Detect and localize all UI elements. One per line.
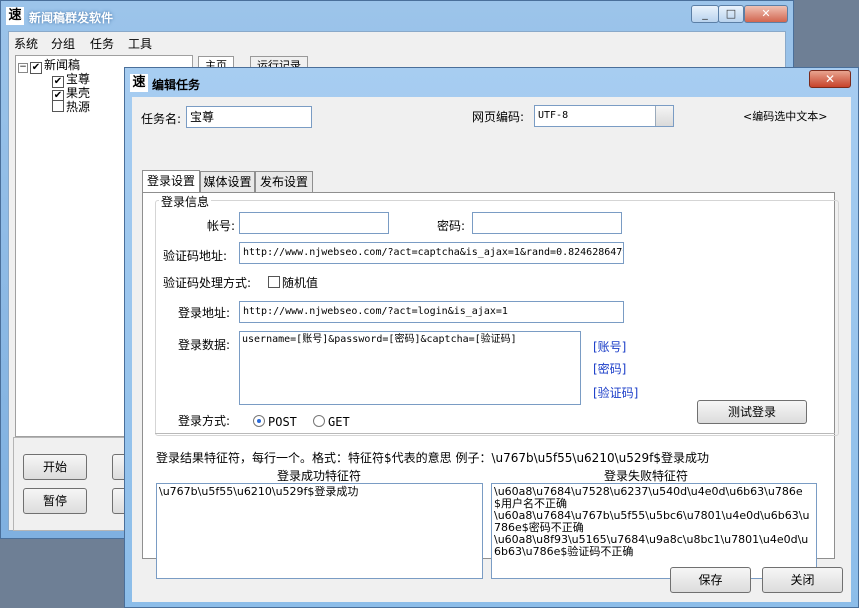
close-icon[interactable]: ✕ xyxy=(809,70,851,88)
insert-password-link[interactable]: [密码] xyxy=(593,360,626,377)
tab-media-settings[interactable]: 媒体设置 xyxy=(200,171,255,192)
captcha-method-label: 验证码处理方式: xyxy=(163,276,252,290)
login-url-input[interactable]: http://www.njwebseo.com/?act=login&is_aj… xyxy=(239,301,624,323)
save-button[interactable]: 保存 xyxy=(670,567,751,593)
minimize-icon[interactable]: _ xyxy=(691,5,719,23)
dialog-client-area: 任务名: 宝尊 网页编码: UTF-8 <编码选中文本> 登录设置 媒体设置 发… xyxy=(132,97,851,602)
task-name-label: 任务名: xyxy=(141,112,182,126)
main-close-icon[interactable]: ✕ xyxy=(744,5,788,23)
success-marker-line: \u767b\u5f55\u6210\u529f$登录成功 xyxy=(159,485,359,498)
menu-tools[interactable]: 工具 xyxy=(128,35,152,52)
chevron-down-icon[interactable] xyxy=(655,106,673,126)
radio-selected-icon[interactable] xyxy=(253,415,265,427)
captcha-url-input[interactable]: http://www.njwebseo.com/?act=captcha&is_… xyxy=(239,242,624,264)
insert-account-link[interactable]: [账号] xyxy=(593,338,626,355)
encoding-value: UTF-8 xyxy=(538,110,569,121)
tree-item-guoke[interactable]: ✔ 果壳 xyxy=(52,86,91,102)
success-marker-label: 登录成功特征符 xyxy=(277,469,362,483)
tree-item-reyuan[interactable]: 热源 xyxy=(52,100,90,114)
login-data-textarea[interactable]: username=[账号]&password=[密码]&captcha=[验证码… xyxy=(239,331,581,405)
fail-marker-line: \u60a8\u8f93\u5165\u7684\u9a8c\u8bc1\u78… xyxy=(494,533,809,558)
password-label: 密码: xyxy=(437,219,466,233)
edit-task-dialog: 速 编辑任务 ✕ 任务名: 宝尊 网页编码: UTF-8 <编码选中文本> 登录… xyxy=(124,67,859,608)
tree-item-checkbox[interactable] xyxy=(52,100,64,112)
start-button[interactable]: 开始 xyxy=(23,454,87,480)
tree-item-baozun[interactable]: ✔ 宝尊 xyxy=(52,72,91,88)
menu-bar: 系统 分组 任务 工具 xyxy=(9,32,785,52)
dialog-logo-icon: 速 xyxy=(130,74,148,92)
encoding-label: 网页编码: xyxy=(472,110,525,124)
tab-login-settings[interactable]: 登录设置 xyxy=(142,170,200,193)
method-get-label: GET xyxy=(328,415,350,429)
encoding-select[interactable]: UTF-8 xyxy=(534,105,674,127)
login-url-label: 登录地址: xyxy=(178,306,231,320)
login-data-label: 登录数据: xyxy=(178,338,231,352)
tree-item-label: 果壳 xyxy=(66,86,91,100)
collapse-icon[interactable]: − xyxy=(18,63,28,73)
method-get-radio[interactable]: GET xyxy=(313,415,350,429)
method-post-label: POST xyxy=(268,415,297,429)
maximize-icon[interactable]: □ xyxy=(718,5,744,23)
tab-publish-settings[interactable]: 发布设置 xyxy=(255,171,313,192)
account-label: 帐号: xyxy=(207,219,236,233)
tree-root-checkbox[interactable]: ✔ xyxy=(30,62,42,74)
login-info-title: 登录信息 xyxy=(159,193,212,210)
close-button[interactable]: 关闭 xyxy=(762,567,843,593)
checkbox-box[interactable] xyxy=(268,276,280,288)
tree-item-label: 宝尊 xyxy=(66,72,91,86)
test-login-button[interactable]: 测试登录 xyxy=(697,400,807,424)
main-window-title: 新闻稿群发软件 xyxy=(29,11,114,25)
account-input[interactable] xyxy=(239,212,389,234)
insert-captcha-link[interactable]: [验证码] xyxy=(593,384,638,401)
captcha-random-label: 随机值 xyxy=(282,276,319,290)
main-title-bar[interactable]: 速 新闻稿群发软件 _ □ ✕ xyxy=(1,1,793,31)
marker-hint: 登录结果特征符，每行一个。格式：特征符$代表的意思 例子：\u767b\u5f5… xyxy=(156,451,709,465)
method-post-radio[interactable]: POST xyxy=(253,415,297,429)
radio-unselected-icon[interactable] xyxy=(313,415,325,427)
menu-task[interactable]: 任务 xyxy=(90,35,114,52)
encoding-hint: <编码选中文本> xyxy=(743,110,828,123)
divider xyxy=(155,433,835,434)
tree-item-label: 热源 xyxy=(66,100,91,114)
fail-marker-line: \u60a8\u7684\u7528\u6237\u540d\u4e0d\u6b… xyxy=(494,485,803,510)
tree-root-label: 新闻稿 xyxy=(44,58,81,72)
app-logo-icon: 速 xyxy=(6,7,24,25)
pause-button[interactable]: 暂停 xyxy=(23,488,87,514)
success-marker-textarea[interactable]: \u767b\u5f55\u6210\u529f$登录成功 xyxy=(156,483,483,579)
task-name-input[interactable]: 宝尊 xyxy=(186,106,312,128)
captcha-url-label: 验证码地址: xyxy=(163,249,228,263)
login-settings-pane: 登录信息 帐号: 密码: 验证码地址: http://www.njwebseo.… xyxy=(142,192,839,579)
fail-marker-line: \u60a8\u7684\u767b\u5f55\u5bc6\u7801\u4e… xyxy=(494,509,810,534)
fail-marker-textarea[interactable]: \u60a8\u7684\u7528\u6237\u540d\u4e0d\u6b… xyxy=(491,483,817,579)
login-method-label: 登录方式: xyxy=(178,414,231,428)
fail-marker-label: 登录失败特征符 xyxy=(604,469,689,483)
tree-root[interactable]: − ✔ 新闻稿 xyxy=(18,58,81,74)
menu-system[interactable]: 系统 xyxy=(14,35,38,52)
menu-group[interactable]: 分组 xyxy=(51,35,75,52)
password-input[interactable] xyxy=(472,212,622,234)
dialog-title: 编辑任务 xyxy=(152,78,201,92)
captcha-random-checkbox[interactable]: 随机值 xyxy=(268,274,318,291)
